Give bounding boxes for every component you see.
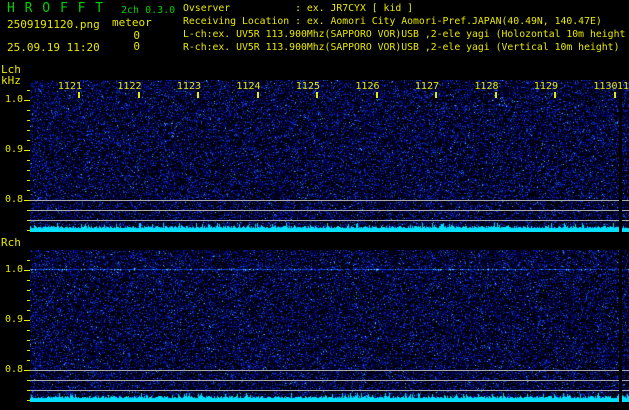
station-info-line: L-ch:ex. UV5R 113.900Mhz(SAPPORO VOR)USB… xyxy=(183,29,626,40)
reference-line xyxy=(30,380,629,381)
write-cursor-gap xyxy=(619,80,622,232)
rch-spectrogram-panel xyxy=(30,250,629,402)
time-label: 1126 xyxy=(355,81,380,92)
time-label: 1128 xyxy=(474,81,499,92)
rch-axis-label: Rch xyxy=(1,236,21,249)
time-label: 1122 xyxy=(117,81,142,92)
lch-freq-label: 0.8 xyxy=(4,194,23,205)
rch-freq-label: 1.0 xyxy=(4,264,23,275)
app-version: 2ch 0.3.0 xyxy=(121,5,176,16)
reference-line xyxy=(30,210,629,211)
output-filename: 2509191120.png xyxy=(7,18,100,31)
minute-tick xyxy=(256,92,259,98)
minute-tick xyxy=(554,92,556,98)
datetime-label: 25.09.19 11:20 xyxy=(7,41,100,54)
mode-label: meteor xyxy=(112,16,152,29)
time-label: 1125 xyxy=(295,81,320,92)
time-label-partial: 11 xyxy=(617,81,629,92)
lch-freq-label: 0.9 xyxy=(4,144,23,155)
minute-tick xyxy=(613,92,616,98)
time-label: 1127 xyxy=(414,81,439,92)
write-cursor-gap xyxy=(619,250,622,402)
reference-line xyxy=(30,370,629,371)
station-info-line: Ovserver : ex. JR7CYX [ kid ] xyxy=(183,3,414,14)
minute-tick xyxy=(494,92,497,98)
khz-unit-label: kHz xyxy=(1,74,21,87)
reference-line xyxy=(30,220,629,221)
reference-line xyxy=(30,200,629,201)
minute-tick xyxy=(137,92,140,98)
minute-tick xyxy=(375,92,378,98)
rch-freq-label: 0.9 xyxy=(4,314,23,325)
reference-line xyxy=(30,390,629,391)
rch-freq-label: 0.8 xyxy=(4,364,23,375)
minute-tick xyxy=(435,92,437,98)
lch-spectrogram-panel: 1121 1122 1123 1124 1125 1126 1127 1128 1129 1130… xyxy=(30,80,629,232)
station-info-block: Ovserver : ex. JR7CYX [ kid ] Receiving L… xyxy=(183,2,625,54)
hrofft-screen: H R O F F T 2ch 0.3.0 2509191120.png met… xyxy=(0,0,629,410)
rch-meteor-count: 0 xyxy=(133,40,140,53)
time-label: 1129 xyxy=(533,81,558,92)
minute-tick xyxy=(197,92,199,98)
app-title: H R O F F T xyxy=(7,1,105,16)
lch-freq-label: 1.0 xyxy=(4,94,23,105)
time-label: 1123 xyxy=(176,81,201,92)
minute-tick xyxy=(316,92,318,98)
time-label: 1121 xyxy=(57,81,82,92)
time-label: 1130 xyxy=(593,81,618,92)
station-info-line: Receiving Location : ex. Aomori City Aom… xyxy=(183,16,602,27)
station-info-line: R-ch:ex. UV5R 113.900Mhz(SAPPORO VOR)USB… xyxy=(183,42,620,53)
time-label: 1124 xyxy=(236,81,261,92)
minute-tick xyxy=(78,92,80,98)
